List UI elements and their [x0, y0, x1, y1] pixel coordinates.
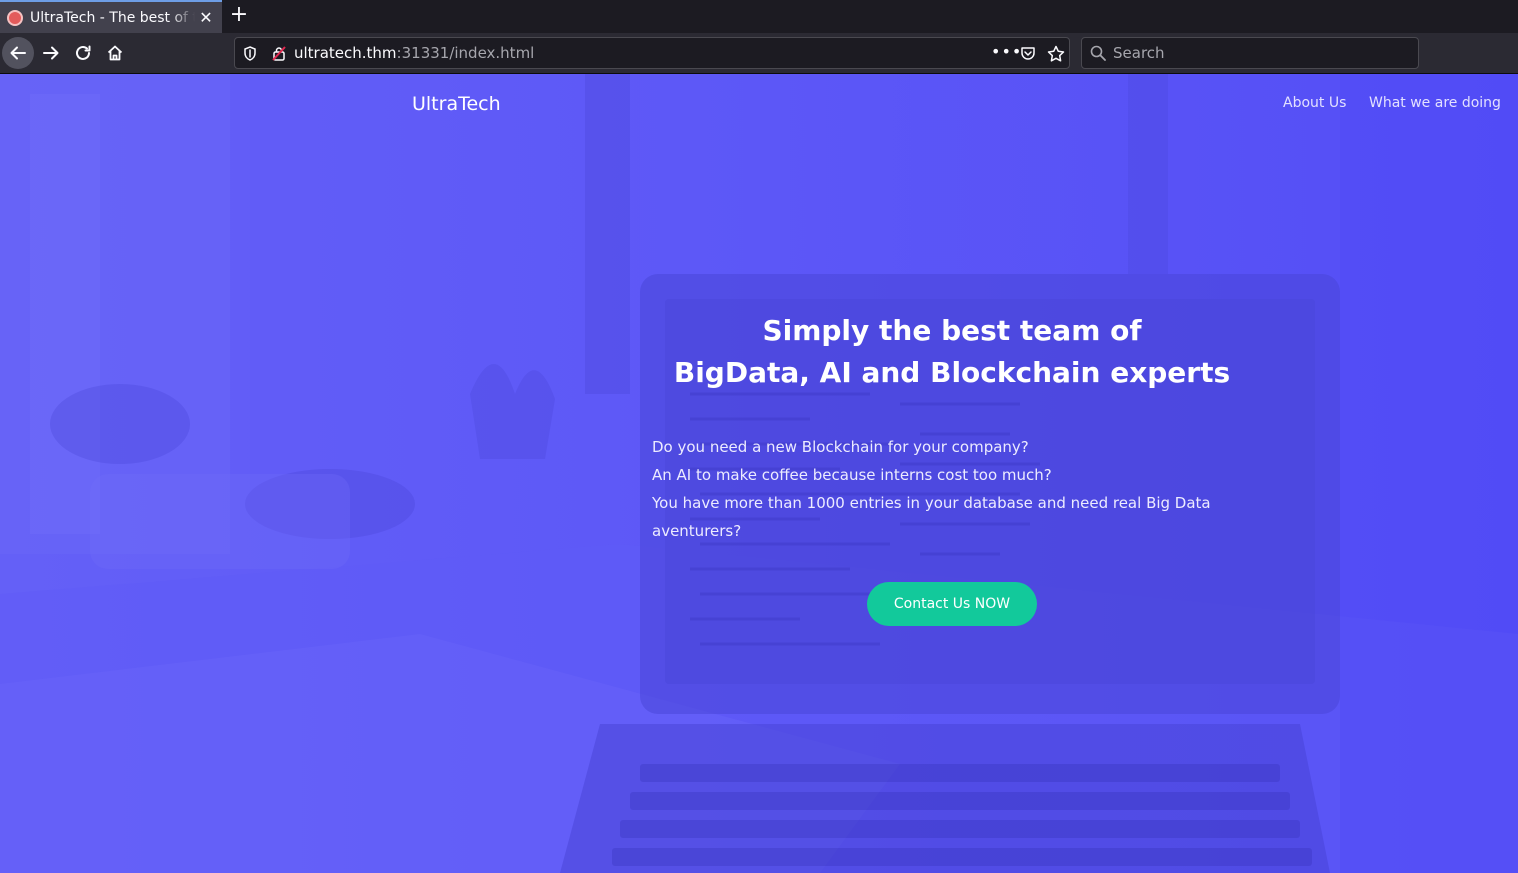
url-host: ultratech.thm — [294, 44, 397, 62]
pocket-icon[interactable] — [1020, 46, 1036, 61]
tab-bar: UltraTech - The best of tech ✕ + — [0, 0, 1518, 33]
arrow-left-icon — [10, 46, 26, 60]
hero-text-line: Do you need a new Blockchain for your co… — [652, 438, 1029, 456]
new-tab-button[interactable]: + — [228, 4, 250, 27]
tab-title: UltraTech - The best of tech — [30, 9, 195, 26]
contact-us-button[interactable]: Contact Us NOW — [867, 582, 1037, 626]
hero-description: Do you need a new Blockchain for your co… — [652, 433, 1212, 545]
back-button[interactable] — [2, 37, 34, 69]
tab-active[interactable]: UltraTech - The best of tech ✕ — [0, 0, 222, 33]
home-button[interactable] — [99, 37, 131, 69]
home-icon — [107, 45, 123, 61]
tracking-shield-icon[interactable] — [243, 46, 257, 61]
hero-text-line: aventurers? — [652, 522, 742, 540]
hero-title-line: Simply the best team of — [762, 314, 1142, 347]
page-actions-menu-icon[interactable]: ••• — [991, 42, 1022, 61]
close-tab-icon[interactable]: ✕ — [198, 9, 214, 26]
bookmark-star-icon[interactable] — [1047, 45, 1065, 62]
nav-link-about-us[interactable]: About Us — [1283, 94, 1346, 112]
hero-text-line: An AI to make coffee because interns cos… — [652, 466, 1052, 484]
navigation-toolbar: ultratech.thm:31331/index.html ••• Searc… — [0, 33, 1518, 74]
page-viewport: UltraTech About Us What we are doing Sim… — [0, 74, 1518, 873]
url-path: :31331/index.html — [396, 44, 535, 62]
url-text[interactable]: ultratech.thm:31331/index.html — [294, 44, 534, 62]
search-bar[interactable]: Search — [1081, 37, 1419, 69]
search-icon — [1090, 45, 1106, 61]
insecure-connection-icon[interactable] — [271, 46, 287, 61]
url-bar[interactable]: ultratech.thm:31331/index.html ••• — [234, 37, 1070, 69]
hero-text-line: You have more than 1000 entries in your … — [652, 494, 1211, 512]
nav-link-what-we-are-doing[interactable]: What we are doing — [1369, 94, 1501, 112]
search-input[interactable]: Search — [1113, 44, 1165, 62]
reload-button[interactable] — [67, 37, 99, 69]
site-brand-logo[interactable]: UltraTech — [412, 92, 501, 116]
reload-icon — [76, 45, 91, 60]
forward-button[interactable] — [35, 37, 67, 69]
hero-title: Simply the best team of BigData, AI and … — [652, 310, 1252, 394]
hero-title-line: BigData, AI and Blockchain experts — [673, 356, 1231, 389]
arrow-right-icon — [43, 46, 59, 60]
ultratech-favicon-icon — [7, 9, 23, 26]
